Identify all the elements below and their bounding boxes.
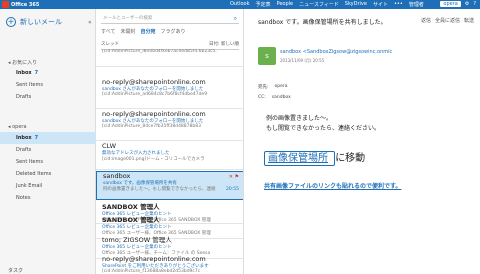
fav-inbox[interactable]: Inbox 7 bbox=[0, 67, 96, 79]
acct-junk[interactable]: Junk Email bbox=[0, 180, 96, 192]
plus-icon: + bbox=[6, 17, 16, 27]
list-item-selected[interactable]: sandbox sandbox です。画像保管場所を共有 例の画像置きました〜。… bbox=[96, 171, 243, 200]
fav-drafts[interactable]: Drafts bbox=[0, 91, 96, 103]
acct-drafts[interactable]: Drafts bbox=[0, 144, 96, 156]
filter-to-me[interactable]: 自分宛 bbox=[140, 28, 155, 35]
acct-sent[interactable]: Sent Items bbox=[0, 156, 96, 168]
to-recipient[interactable]: opera bbox=[275, 84, 288, 90]
filter-bar: すべて 未開封 自分宛 フラグあり bbox=[101, 28, 186, 35]
acct-inbox[interactable]: Inbox 7 bbox=[0, 132, 96, 144]
thread-label: スレッド bbox=[101, 42, 119, 47]
left-nav: + 新しいメール « ◂ お気に入り Inbox 7 Sent Items Dra… bbox=[0, 9, 96, 274]
nav-sites[interactable]: サイト bbox=[373, 1, 388, 8]
filter-unread[interactable]: 未開封 bbox=[120, 28, 135, 35]
message-actions: 返信 全員に返信 転送 bbox=[421, 17, 474, 24]
reading-pane: sandbox です。画像保管場所を共有しました。 返信 全員に返信 転送 s … bbox=[244, 9, 480, 274]
delete-icon[interactable]: ✕ ⚑ bbox=[229, 174, 239, 180]
nav-admin[interactable]: 管理者 bbox=[409, 1, 424, 8]
favorites-header[interactable]: ◂ お気に入り bbox=[8, 59, 37, 66]
to-line: 宛先: opera bbox=[258, 84, 288, 90]
gear-icon[interactable]: ⚙ bbox=[465, 1, 469, 7]
cc-line: CC: sandbox bbox=[258, 95, 291, 100]
nav-outlook[interactable]: Outlook bbox=[230, 1, 249, 8]
list-item[interactable]: no-reply@sharepointonline.com sandbox さん… bbox=[96, 78, 243, 109]
tasks-link[interactable]: タスク bbox=[8, 267, 23, 274]
nav-skydrive[interactable]: SkyDrive bbox=[345, 1, 367, 8]
new-mail-label: 新しいメール bbox=[20, 18, 62, 26]
filter-flagged[interactable]: フラグあり bbox=[160, 28, 185, 35]
collapse-icon[interactable]: « bbox=[88, 19, 92, 26]
nav-people[interactable]: People bbox=[276, 1, 293, 8]
sort-dropdown[interactable]: 日付: 新しい順 bbox=[209, 41, 239, 47]
cc-recipient[interactable]: sandbox bbox=[272, 95, 291, 100]
message-body-bold: 共有画像ファイルのリンクも貼れるので便利です。 bbox=[264, 183, 402, 190]
shared-folder-link[interactable]: 画像保管場所 bbox=[268, 153, 328, 164]
shared-link-block: 画像保管場所 に移動 bbox=[264, 149, 366, 166]
nav-newsfeed[interactable]: ニュースフィード bbox=[299, 1, 339, 8]
time-label: 20:55 bbox=[226, 187, 239, 192]
top-bar: Office 365 Outlook 予定表 People ニュースフィード S… bbox=[0, 0, 480, 9]
list-item[interactable]: no-reply@sharepointonline.com SharePoint… bbox=[96, 255, 243, 274]
brand-label: Office 365 bbox=[11, 1, 40, 8]
list-item[interactable]: no-reply@sharepointonline.com sandbox さん… bbox=[96, 110, 243, 141]
message-list: メールとユーザーの検索 ⌕ すべて 未開封 自分宛 フラグあり スレッド 日付:… bbox=[96, 9, 244, 274]
list-item[interactable]: [cid:AddinPicture_l8n0bd4fkeb7ac4ed85f4.… bbox=[96, 49, 243, 67]
acct-deleted[interactable]: Deleted Items bbox=[0, 168, 96, 180]
list-item[interactable]: CLW 無効なアドレスが入力されました [cid:image001.png]ドー… bbox=[96, 142, 243, 170]
message-date: 2013/11/09 (月) 20:55 bbox=[280, 58, 325, 63]
acct-notes[interactable]: Notes bbox=[0, 192, 96, 204]
fav-sent[interactable]: Sent Items bbox=[0, 79, 96, 91]
top-right: opera ⚙ ? bbox=[440, 1, 476, 7]
nav-more[interactable]: ••• bbox=[394, 1, 403, 8]
office365-brand[interactable]: Office 365 bbox=[2, 1, 39, 8]
message-body: 例の画像置きました〜。 もし閲覧できなかったら、連絡ください。 bbox=[266, 115, 381, 132]
link-suffix: に移動 bbox=[335, 153, 366, 164]
shared-link-box[interactable]: 画像保管場所 bbox=[264, 151, 336, 166]
reply-all-button[interactable]: 全員に返信 bbox=[435, 17, 460, 24]
account-header[interactable]: ◂ opera bbox=[8, 124, 27, 130]
search-icon[interactable]: ⌕ bbox=[234, 14, 237, 24]
new-mail-button[interactable]: + 新しいメール bbox=[6, 17, 62, 27]
office-logo-icon bbox=[2, 1, 9, 8]
help-icon[interactable]: ? bbox=[473, 1, 476, 7]
user-menu[interactable]: opera bbox=[440, 1, 461, 7]
nav-calendar[interactable]: 予定表 bbox=[255, 1, 270, 8]
sender-address[interactable]: sandbox <SandboxZigsow@zigsowinc.onmic bbox=[280, 49, 392, 55]
top-nav: Outlook 予定表 People ニュースフィード SkyDrive サイト… bbox=[230, 1, 424, 8]
reply-button[interactable]: 返信 bbox=[421, 17, 431, 24]
message-subject: sandbox です。画像保管場所を共有しました。 bbox=[258, 19, 387, 26]
filter-all[interactable]: すべて bbox=[101, 28, 115, 35]
avatar: s bbox=[258, 47, 276, 65]
forward-button[interactable]: 転送 bbox=[464, 17, 474, 24]
search-input[interactable]: メールとユーザーの検索 ⌕ bbox=[101, 14, 239, 24]
